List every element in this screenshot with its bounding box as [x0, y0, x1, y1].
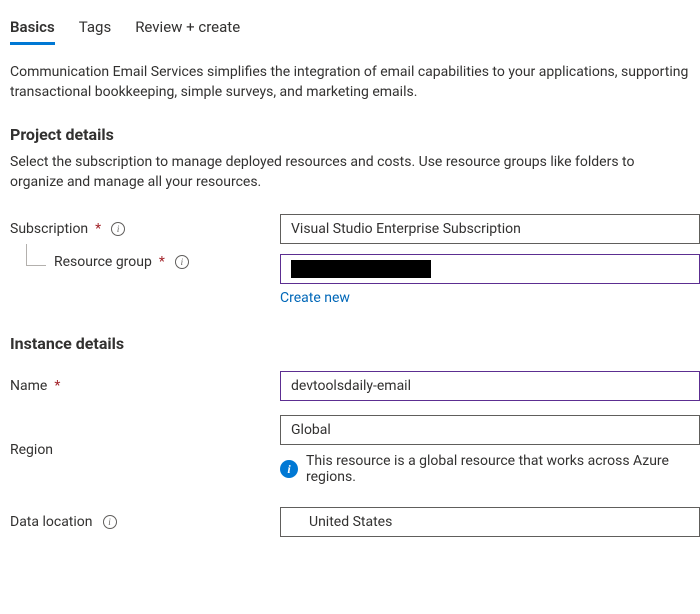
instance-details-section: Instance details Name * devtoolsdaily-em…	[10, 334, 700, 539]
name-input[interactable]: devtoolsdaily-email	[280, 371, 700, 401]
resource-group-row: Resource group * i Create new	[10, 254, 700, 306]
info-icon[interactable]: i	[111, 222, 125, 236]
project-details-title: Project details	[10, 125, 700, 144]
intro-text: Communication Email Services simplifies …	[10, 62, 690, 103]
tab-review-create[interactable]: Review + create	[135, 18, 240, 44]
project-details-section: Project details Select the subscription …	[10, 125, 700, 307]
region-row: Region Global i This resource is a globa…	[10, 415, 700, 485]
data-location-value: United States	[309, 514, 392, 530]
project-details-desc: Select the subscription to manage deploy…	[10, 152, 690, 193]
name-label: Name *	[10, 378, 280, 394]
tab-basics[interactable]: Basics	[10, 18, 55, 44]
resource-group-label-text: Resource group	[54, 254, 152, 270]
required-asterisk: *	[95, 221, 101, 237]
tab-tags[interactable]: Tags	[79, 18, 111, 44]
name-label-text: Name	[10, 378, 47, 394]
subscription-value: Visual Studio Enterprise Subscription	[291, 221, 521, 237]
region-label-text: Region	[10, 442, 53, 458]
required-asterisk: *	[159, 254, 165, 270]
region-label: Region	[10, 442, 280, 458]
data-location-row: Data location i United States	[10, 505, 700, 539]
data-location-select[interactable]: United States	[280, 507, 700, 537]
subscription-label-text: Subscription	[10, 221, 88, 237]
subscription-row: Subscription * i Visual Studio Enterpris…	[10, 212, 700, 246]
subscription-label: Subscription * i	[10, 221, 280, 237]
region-value: Global	[291, 422, 331, 438]
resource-group-select[interactable]	[280, 254, 700, 284]
resource-group-value-redacted	[291, 260, 431, 278]
region-info-banner: i This resource is a global resource tha…	[280, 453, 700, 485]
tab-bar: Basics Tags Review + create	[10, 18, 700, 44]
name-value: devtoolsdaily-email	[291, 378, 411, 394]
tree-connector	[26, 244, 46, 266]
name-row: Name * devtoolsdaily-email	[10, 369, 700, 403]
data-location-label: Data location i	[10, 514, 280, 530]
info-filled-icon: i	[280, 460, 298, 478]
instance-details-title: Instance details	[10, 334, 700, 353]
region-info-text: This resource is a global resource that …	[306, 453, 700, 485]
resource-group-label: Resource group * i	[10, 254, 280, 270]
create-new-link[interactable]: Create new	[280, 290, 350, 306]
region-select[interactable]: Global	[280, 415, 700, 445]
info-icon[interactable]: i	[103, 515, 117, 529]
data-location-label-text: Data location	[10, 514, 93, 530]
subscription-select[interactable]: Visual Studio Enterprise Subscription	[280, 214, 700, 244]
info-icon[interactable]: i	[175, 255, 189, 269]
required-asterisk: *	[54, 378, 60, 394]
